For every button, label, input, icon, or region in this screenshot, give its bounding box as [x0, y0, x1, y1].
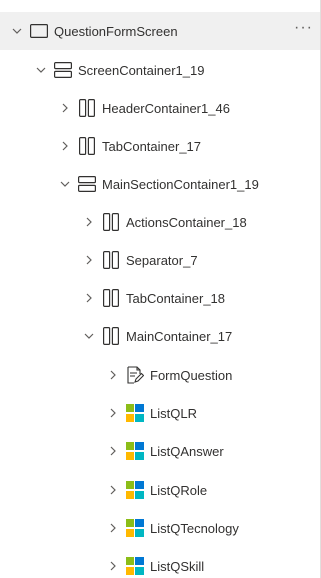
chevron-right-icon[interactable]: [106, 406, 120, 420]
chevron-down-icon[interactable]: [34, 63, 48, 77]
tree-item-screencontainer1-19[interactable]: ScreenContainer1_19: [0, 51, 320, 89]
tree-item-label: TabContainer_17: [102, 138, 202, 154]
gallery-icon: [126, 519, 144, 537]
chevron-right-icon[interactable]: [106, 521, 120, 535]
tree-item-label: ActionsContainer_18: [126, 214, 247, 230]
chevron-down-icon[interactable]: [82, 329, 96, 343]
tree-item-headercontainer1-46[interactable]: HeaderContainer1_46: [0, 89, 320, 127]
chevron-down-icon[interactable]: [58, 177, 72, 191]
tree-item-tabcontainer-17[interactable]: TabContainer_17: [0, 127, 320, 165]
tree-view-panel: QuestionFormScreen ··· ScreenContainer1_…: [0, 0, 321, 578]
chevron-right-icon[interactable]: [106, 483, 120, 497]
tree-item-listqlr[interactable]: ListQLR: [0, 394, 320, 432]
tree-item-maincontainer-17[interactable]: MainContainer_17: [0, 317, 320, 355]
tree-item-tabcontainer-18[interactable]: TabContainer_18: [0, 279, 320, 317]
vertical-container-icon: [78, 176, 96, 192]
form-edit-icon: [126, 366, 144, 384]
tree-item-label: ListQAnswer: [150, 443, 224, 459]
tree-item-listqrole[interactable]: ListQRole: [0, 471, 320, 509]
tree-item-questionformscreen[interactable]: QuestionFormScreen ···: [0, 12, 320, 50]
horizontal-container-icon: [102, 251, 120, 269]
vertical-container-icon: [54, 62, 72, 78]
tree-item-label: MainContainer_17: [126, 328, 233, 344]
gallery-icon: [126, 404, 144, 422]
horizontal-container-icon: [78, 137, 96, 155]
gallery-icon: [126, 557, 144, 575]
tree-item-label: ScreenContainer1_19: [78, 62, 205, 78]
tree-item-mainsectioncontainer1-19[interactable]: MainSectionContainer1_19: [0, 165, 320, 203]
tree-item-label: HeaderContainer1_46: [102, 100, 230, 116]
tree-item-separator-7[interactable]: Separator_7: [0, 241, 320, 279]
chevron-right-icon[interactable]: [58, 101, 72, 115]
screen-icon: [30, 24, 48, 38]
chevron-right-icon[interactable]: [106, 444, 120, 458]
tree-item-label: MainSectionContainer1_19: [102, 176, 259, 192]
tree-item-label: ListQRole: [150, 482, 208, 498]
gallery-icon: [126, 442, 144, 460]
horizontal-container-icon: [102, 213, 120, 231]
chevron-right-icon[interactable]: [106, 368, 120, 382]
tree-item-label: FormQuestion: [150, 367, 233, 383]
tree-item-listqtecnology[interactable]: ListQTecnology: [0, 509, 320, 547]
tree-item-label: ListQSkill: [150, 558, 205, 574]
chevron-right-icon[interactable]: [58, 139, 72, 153]
chevron-right-icon[interactable]: [82, 291, 96, 305]
tree-item-label: TabContainer_18: [126, 290, 226, 306]
tree-item-listqanswer[interactable]: ListQAnswer: [0, 432, 320, 470]
chevron-right-icon[interactable]: [82, 253, 96, 267]
gallery-icon: [126, 481, 144, 499]
horizontal-container-icon: [102, 327, 120, 345]
tree-item-formquestion[interactable]: FormQuestion: [0, 356, 320, 394]
horizontal-container-icon: [102, 289, 120, 307]
tree-item-label: ListQLR: [150, 405, 197, 421]
chevron-right-icon[interactable]: [82, 215, 96, 229]
tree-item-listqskill[interactable]: ListQSkill: [0, 547, 320, 578]
tree-item-label: QuestionFormScreen: [54, 23, 178, 39]
tree-item-label: Separator_7: [126, 252, 198, 268]
more-options-icon[interactable]: ···: [294, 20, 312, 39]
chevron-down-icon[interactable]: [10, 24, 24, 38]
chevron-right-icon[interactable]: [106, 559, 120, 573]
horizontal-container-icon: [78, 99, 96, 117]
tree-item-actionscontainer-18[interactable]: ActionsContainer_18: [0, 203, 320, 241]
tree-item-label: ListQTecnology: [150, 520, 239, 536]
